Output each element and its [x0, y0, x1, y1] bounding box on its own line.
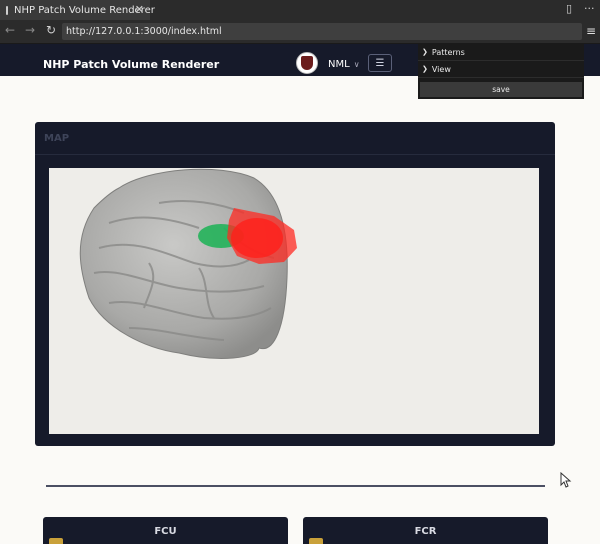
badge-icon	[309, 538, 323, 544]
map-card: MAP	[35, 122, 555, 446]
page-icon	[6, 5, 8, 15]
chevron-right-icon: ❯	[422, 65, 428, 73]
control-panel: ❯ Patterns ❯ View save	[418, 44, 584, 99]
save-button[interactable]: save	[420, 82, 582, 97]
more-options-icon[interactable]: ···	[584, 2, 595, 15]
browser-tab[interactable]: NHP Patch Volume Renderer ✕	[0, 0, 155, 20]
menu-button[interactable]: ☰	[368, 54, 392, 72]
browser-menu-icon[interactable]: ≡	[586, 24, 596, 38]
folder-view[interactable]: ❯ View	[418, 61, 584, 78]
back-icon[interactable]: ←	[5, 23, 15, 37]
avatar[interactable]	[296, 52, 318, 74]
folder-label: Patterns	[431, 47, 465, 57]
chevron-down-icon: ∨	[353, 60, 360, 69]
close-tab-icon[interactable]: ✕	[135, 3, 144, 16]
user-menu[interactable]: NML ∨	[328, 59, 360, 70]
app-title: NHP Patch Volume Renderer	[43, 58, 220, 71]
red-patch-core	[231, 218, 283, 258]
forward-icon[interactable]: →	[25, 23, 35, 37]
badge-icon	[49, 538, 63, 544]
render-viewport[interactable]	[49, 168, 539, 434]
hamburger-icon: ☰	[375, 57, 385, 69]
card-fcr[interactable]: FCR	[303, 517, 548, 544]
card-title: FCR	[414, 526, 437, 537]
tab-title: NHP Patch Volume Renderer	[14, 4, 155, 16]
chevron-right-icon: ❯	[422, 48, 428, 56]
map-card-title: MAP	[35, 122, 555, 155]
brain-surface	[79, 168, 288, 359]
reload-icon[interactable]: ↻	[46, 23, 56, 37]
user-label: NML	[328, 59, 350, 70]
mouse-cursor-icon	[560, 472, 572, 488]
card-fcu[interactable]: FCU	[43, 517, 288, 544]
card-title: FCU	[154, 526, 177, 537]
brain-render	[79, 168, 297, 359]
split-view-icon[interactable]: ▯	[566, 2, 572, 15]
folder-patterns[interactable]: ❯ Patterns	[418, 44, 584, 61]
section-divider	[46, 485, 545, 487]
crest-icon	[301, 56, 313, 70]
address-bar-row: ← → ↻ http://127.0.0.1:3000/index.html ≡	[0, 20, 600, 44]
url-field[interactable]: http://127.0.0.1:3000/index.html	[62, 23, 582, 40]
browser-tab-strip: NHP Patch Volume Renderer ✕ ▯ ···	[0, 0, 600, 20]
folder-label: View	[431, 64, 451, 74]
